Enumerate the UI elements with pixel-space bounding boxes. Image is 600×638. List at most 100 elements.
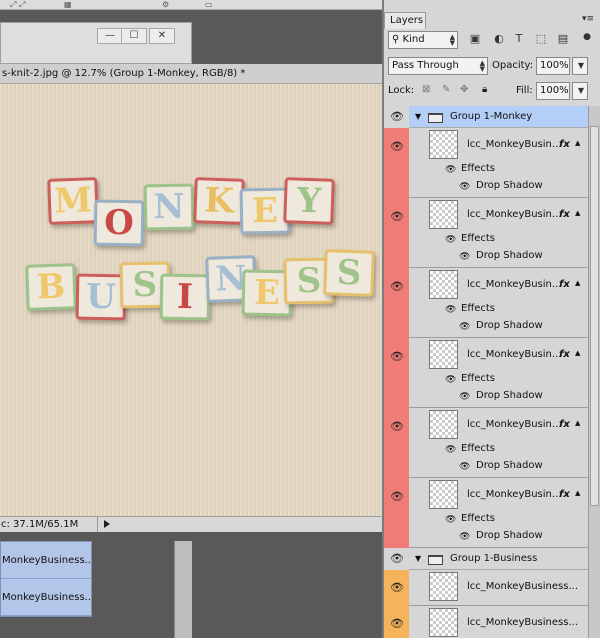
eye-icon[interactable]: 👁︎ — [459, 462, 470, 472]
layer-row[interactable]: 👁︎ lcc_MonkeyBusiness... — [384, 570, 588, 606]
collapse-arrow-icon[interactable]: ▲ — [575, 489, 580, 497]
layer-thumbnail — [429, 410, 458, 439]
group-row-business[interactable]: 👁︎ ▼ Group 1-Business — [384, 548, 588, 570]
arrange-icon[interactable]: ▦ — [64, 0, 72, 9]
layer-row[interactable]: 👁︎ lcc_MonkeyBusin... fx ▲ 👁︎ Effects 👁︎… — [384, 198, 588, 268]
list-item[interactable]: MonkeyBusiness... — [1, 542, 91, 579]
tab-layers[interactable]: Layers — [384, 12, 426, 29]
layers-scrollbar[interactable] — [588, 106, 600, 638]
lock-all-icon[interactable]: 🔒︎ — [482, 84, 487, 95]
group-name: Group 1-Business — [450, 553, 538, 564]
fill-input[interactable]: 100% — [536, 82, 570, 100]
collapse-arrow-icon[interactable]: ▲ — [575, 419, 580, 427]
fx-icon[interactable]: fx — [559, 480, 570, 509]
filter-kind-select[interactable]: ⚲ Kind ▲ ▼ — [388, 31, 458, 49]
visibility-cell[interactable]: 👁︎ — [384, 128, 409, 198]
fx-icon[interactable]: fx — [559, 410, 570, 439]
eye-icon[interactable]: 👁︎ — [459, 532, 470, 542]
layer-row[interactable]: 👁︎ lcc_MonkeyBusin... fx ▲ 👁︎ Effects 👁︎… — [384, 478, 588, 548]
panel-menu-icon[interactable]: ▾≡ — [582, 14, 594, 24]
eye-icon[interactable]: 👁︎ — [390, 420, 404, 433]
fill-dropdown-button[interactable]: ▼ — [572, 82, 588, 100]
collapse-arrow-icon[interactable]: ▲ — [575, 279, 580, 287]
eye-icon[interactable]: 👁︎ — [459, 252, 470, 262]
visibility-cell[interactable]: 👁︎ — [384, 408, 409, 478]
layer-row[interactable]: 👁︎ lcc_MonkeyBusin... fx ▲ 👁︎ Effects 👁︎… — [384, 408, 588, 478]
layer-row[interactable]: 👁︎ lcc_MonkeyBusin... fx ▲ 👁︎ Effects 👁︎… — [384, 338, 588, 408]
settings-icon[interactable]: ⚙ — [162, 0, 169, 9]
smart-object-filter-icon[interactable]: ▤ — [556, 32, 570, 46]
eye-icon[interactable]: 👁︎ — [445, 375, 456, 385]
filter-toggle-icon[interactable]: ● — [580, 30, 594, 44]
visibility-cell[interactable]: 👁︎ — [384, 606, 409, 638]
panel-edge — [174, 541, 192, 638]
fx-icon[interactable]: fx — [559, 200, 570, 229]
eye-icon[interactable]: 👁︎ — [459, 392, 470, 402]
eye-icon[interactable]: 👁︎ — [390, 110, 404, 123]
shape-filter-icon[interactable]: ⬚ — [534, 32, 548, 46]
fx-icon[interactable]: fx — [559, 340, 570, 369]
eye-icon[interactable]: 👁︎ — [390, 140, 404, 153]
visibility-cell[interactable]: 👁︎ — [384, 106, 409, 128]
collapse-arrow-icon[interactable]: ▲ — [575, 209, 580, 217]
eye-icon[interactable]: 👁︎ — [459, 322, 470, 332]
layer-name: lcc_MonkeyBusiness... — [467, 617, 578, 628]
adjustment-filter-icon[interactable]: ◐ — [492, 32, 506, 46]
layer-name: lcc_MonkeyBusiness... — [467, 581, 578, 592]
close-button[interactable]: ✕ — [149, 28, 175, 44]
eye-icon[interactable]: 👁︎ — [390, 490, 404, 503]
eye-icon[interactable]: 👁︎ — [445, 445, 456, 455]
filter-kind-value: Kind — [402, 34, 425, 45]
eye-icon[interactable]: 👁︎ — [390, 617, 404, 630]
collapse-arrow-icon[interactable]: ▲ — [575, 139, 580, 147]
effects-label: Effects — [461, 373, 495, 384]
document-tab-title[interactable]: s-knit-2.jpg @ 12.7% (Group 1-Monkey, RG… — [0, 64, 382, 84]
collapse-arrow-icon[interactable]: ▲ — [575, 349, 580, 357]
eye-icon[interactable]: 👁︎ — [445, 305, 456, 315]
align-icon[interactable]: ▭ — [205, 0, 213, 9]
fx-icon[interactable]: fx — [559, 130, 570, 159]
eye-icon[interactable]: 👁︎ — [445, 165, 456, 175]
letter-block: Y — [283, 177, 335, 225]
layer-thumbnail — [429, 200, 458, 229]
visibility-cell[interactable]: 👁︎ — [384, 338, 409, 408]
eye-icon[interactable]: 👁︎ — [390, 581, 404, 594]
visibility-cell[interactable]: 👁︎ — [384, 268, 409, 338]
list-item[interactable]: MonkeyBusiness... — [1, 579, 91, 616]
scrollbar-thumb[interactable] — [590, 126, 599, 506]
blend-mode-select[interactable]: Pass Through ▲ ▼ — [388, 57, 488, 75]
fx-icon[interactable]: fx — [559, 270, 570, 299]
layer-row[interactable]: 👁︎ lcc_MonkeyBusin... fx ▲ 👁︎ Effects 👁︎… — [384, 128, 588, 198]
visibility-cell[interactable]: 👁︎ — [384, 198, 409, 268]
visibility-cell[interactable]: 👁︎ — [384, 478, 409, 548]
layer-row[interactable]: 👁︎ lcc_MonkeyBusiness... — [384, 606, 588, 638]
expand-triangle-icon[interactable]: ▼ — [415, 548, 421, 570]
lock-transparency-icon[interactable]: ⊠ — [422, 84, 430, 95]
opacity-input[interactable]: 100% — [536, 57, 570, 75]
maximize-button[interactable]: ☐ — [121, 28, 147, 44]
opacity-dropdown-button[interactable]: ▼ — [572, 57, 588, 75]
expand-triangle-icon[interactable]: ▼ — [415, 106, 421, 128]
eye-icon[interactable]: 👁︎ — [390, 280, 404, 293]
letter-block: O — [93, 199, 145, 247]
lock-pixels-icon[interactable]: ✎ — [442, 84, 450, 95]
visibility-cell[interactable]: 👁︎ — [384, 548, 409, 570]
visibility-cell[interactable]: 👁︎ — [384, 570, 409, 606]
pixel-filter-icon[interactable]: ▣ — [468, 32, 482, 46]
eye-icon[interactable]: 👁︎ — [390, 552, 404, 565]
blend-mode-value: Pass Through — [392, 60, 459, 71]
lock-position-icon[interactable]: ✥ — [460, 84, 468, 95]
eye-icon[interactable]: 👁︎ — [390, 210, 404, 223]
minimize-button[interactable]: — — [97, 28, 123, 44]
group-row-monkey[interactable]: 👁︎ ▼ Group 1-Monkey — [384, 106, 588, 128]
eye-icon[interactable]: 👁︎ — [459, 182, 470, 192]
type-filter-icon[interactable]: T — [512, 32, 526, 46]
lock-label: Lock: — [388, 85, 415, 96]
transform-icon[interactable]: ⤢ ⤢ — [10, 0, 25, 10]
eye-icon[interactable]: 👁︎ — [445, 515, 456, 525]
image-canvas[interactable]: M O N K E Y B U S I N E S S — [0, 84, 382, 516]
layer-row[interactable]: 👁︎ lcc_MonkeyBusin... fx ▲ 👁︎ Effects 👁︎… — [384, 268, 588, 338]
eye-icon[interactable]: 👁︎ — [445, 235, 456, 245]
eye-icon[interactable]: 👁︎ — [390, 350, 404, 363]
status-menu-arrow-icon[interactable] — [104, 520, 110, 528]
